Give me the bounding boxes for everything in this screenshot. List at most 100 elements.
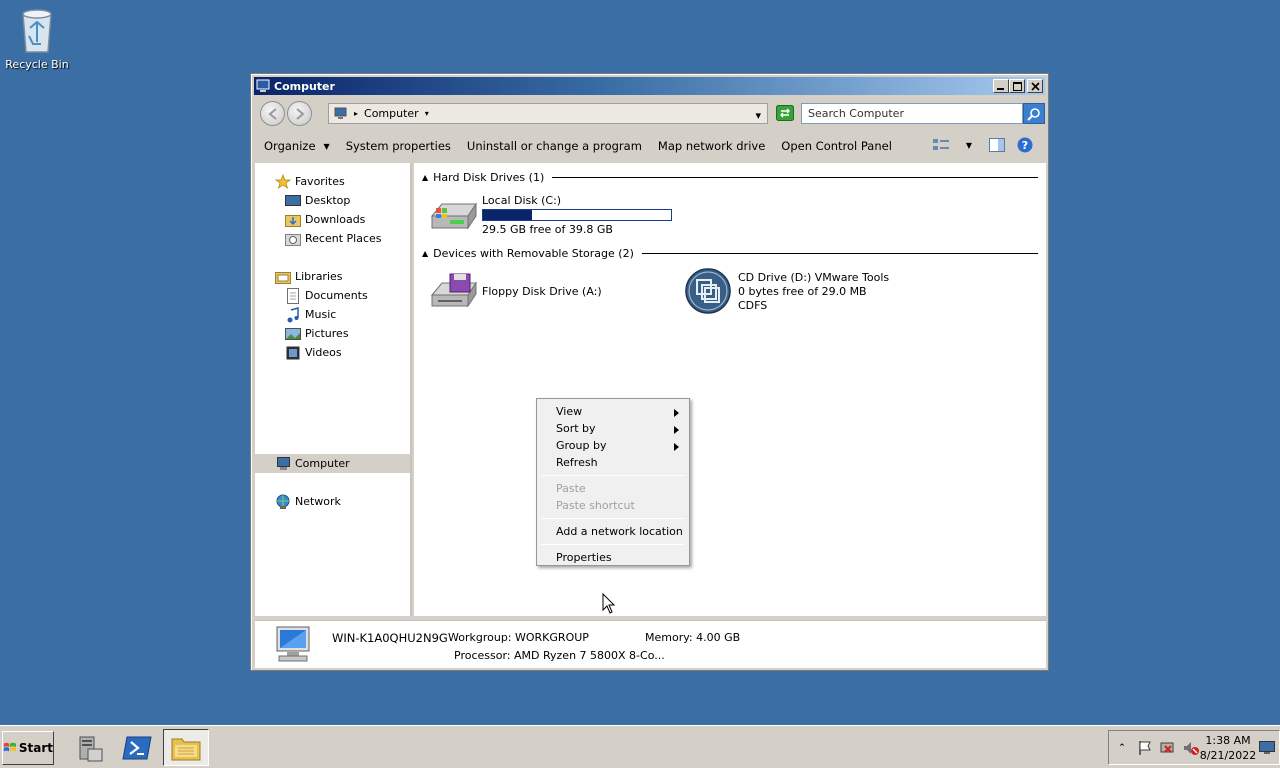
content-pane[interactable]: ▲ Hard Disk Drives (1) Local Disk (C:) 2… <box>414 163 1046 616</box>
music-icon <box>285 306 301 323</box>
notification-area: ⌃ 1:38 AM 8/21/2022 <box>1108 730 1280 765</box>
close-button[interactable] <box>1027 79 1043 93</box>
search-input[interactable]: Search Computer <box>801 103 1023 124</box>
floppy-drive-name: Floppy Disk Drive (A:) <box>482 285 602 298</box>
menu-item-sort-by-label: Sort by <box>556 422 596 435</box>
removable-storage-group[interactable]: ▲ Devices with Removable Storage (2) <box>422 245 1038 261</box>
title-bar[interactable]: Computer <box>254 77 1045 95</box>
windows-logo-icon <box>3 742 16 752</box>
computer-icon <box>275 456 291 472</box>
nav-recent-places[interactable]: Recent Places <box>255 229 410 248</box>
nav-recent-places-label: Recent Places <box>305 232 382 245</box>
floppy-drive-a[interactable]: Floppy Disk Drive (A:) <box>428 271 602 315</box>
powershell-taskbar-button[interactable] <box>114 729 160 766</box>
menu-item-add-network-location[interactable]: Add a network location <box>539 523 687 540</box>
cd-drive-filesystem: CDFS <box>738 299 768 312</box>
nav-network[interactable]: Network <box>255 492 410 511</box>
help-button[interactable]: ? <box>1015 134 1035 156</box>
minimize-button[interactable] <box>993 79 1009 93</box>
nav-videos-label: Videos <box>305 346 342 359</box>
clock-time: 1:38 AM <box>1205 734 1251 747</box>
submenu-arrow-icon <box>674 424 679 437</box>
network-status-icon[interactable] <box>1158 739 1178 757</box>
removable-storage-header: Devices with Removable Storage (2) <box>433 246 634 260</box>
chevron-down-icon: ▼ <box>965 140 973 150</box>
nav-videos[interactable]: Videos <box>255 343 410 362</box>
desktop-icon <box>285 193 301 209</box>
back-button[interactable] <box>260 101 285 126</box>
menu-separator <box>541 518 685 519</box>
computer-icon <box>256 79 270 92</box>
nav-pictures[interactable]: Pictures <box>255 324 410 343</box>
recycle-bin-icon <box>22 9 52 53</box>
nav-network-label: Network <box>295 495 341 508</box>
menu-item-group-by-label: Group by <box>556 439 607 452</box>
nav-libraries[interactable]: Libraries <box>255 267 410 286</box>
nav-computer-label: Computer <box>295 457 350 470</box>
disk-usage-bar <box>482 209 672 221</box>
nav-favorites[interactable]: Favorites <box>255 172 410 191</box>
menu-item-sort-by[interactable]: Sort by <box>539 420 687 437</box>
downloads-folder-icon <box>285 212 301 228</box>
search-button[interactable] <box>1023 103 1045 124</box>
computer-name: WIN-K1A0QHU2N9G <box>332 631 448 645</box>
hard-disk-drives-header: Hard Disk Drives (1) <box>433 170 545 184</box>
cd-drive-name: CD Drive (D:) VMware Tools <box>738 271 890 284</box>
local-disk-name: Local Disk (C:) <box>482 194 562 207</box>
show-desktop-button[interactable] <box>1257 739 1277 757</box>
nav-music[interactable]: Music <box>255 305 410 324</box>
computer-icon <box>334 107 347 119</box>
preview-pane-button[interactable] <box>987 134 1007 156</box>
map-network-drive-button[interactable]: Map network drive <box>650 134 773 158</box>
action-center-flag-icon[interactable] <box>1135 739 1155 757</box>
show-hidden-icons-button[interactable]: ⌃ <box>1112 739 1132 757</box>
nav-desktop[interactable]: Desktop <box>255 191 410 210</box>
forward-button[interactable] <box>287 101 312 126</box>
details-pane: WIN-K1A0QHU2N9G Workgroup: WORKGROUP Mem… <box>255 620 1046 668</box>
view-dropdown-button[interactable]: ▼ <box>959 134 979 156</box>
menu-item-paste-shortcut[interactable]: Paste shortcut <box>539 497 687 514</box>
videos-icon <box>285 345 301 361</box>
menu-item-view[interactable]: View <box>539 403 687 420</box>
explorer-taskbar-button[interactable] <box>163 729 209 766</box>
organize-button[interactable]: Organize ▼ <box>256 134 338 158</box>
clock[interactable]: 1:38 AM 8/21/2022 <box>1197 733 1259 763</box>
refresh-button[interactable] <box>774 103 796 123</box>
menu-item-paste[interactable]: Paste <box>539 480 687 497</box>
nav-favorites-label: Favorites <box>295 175 345 188</box>
menu-item-group-by[interactable]: Group by <box>539 437 687 454</box>
system-properties-button[interactable]: System properties <box>338 134 459 158</box>
change-view-button[interactable] <box>931 134 951 156</box>
refresh-icon <box>776 105 794 121</box>
menu-item-refresh[interactable]: Refresh <box>539 454 687 471</box>
start-button[interactable]: Start <box>2 731 54 765</box>
address-bar[interactable]: ▸ Computer ▾ ▾ <box>328 103 768 124</box>
server-manager-taskbar-button[interactable] <box>66 729 112 766</box>
breadcrumb-computer[interactable]: Computer <box>364 107 419 120</box>
uninstall-program-button[interactable]: Uninstall or change a program <box>459 134 650 158</box>
nav-downloads[interactable]: Downloads <box>255 210 410 229</box>
folder-icon <box>171 738 201 760</box>
menu-item-properties[interactable]: Properties <box>539 549 687 566</box>
window-title: Computer <box>274 79 335 93</box>
maximize-button[interactable] <box>1009 79 1025 93</box>
chevron-down-icon: ▼ <box>323 141 330 151</box>
local-disk-c[interactable]: Local Disk (C:) 29.5 GB free of 39.8 GB <box>428 194 672 238</box>
search-icon <box>1027 107 1040 121</box>
nav-libraries-label: Libraries <box>295 270 343 283</box>
recent-places-icon <box>285 231 301 247</box>
menu-separator <box>541 544 685 545</box>
organize-label: Organize <box>264 139 316 153</box>
computer-icon <box>276 626 310 662</box>
nav-desktop-label: Desktop <box>305 194 351 207</box>
open-control-panel-button[interactable]: Open Control Panel <box>773 134 900 158</box>
address-dropdown-icon[interactable]: ▾ <box>755 109 761 122</box>
nav-documents[interactable]: Documents <box>255 286 410 305</box>
menu-separator <box>541 475 685 476</box>
nav-computer[interactable]: Computer <box>255 454 410 473</box>
recycle-bin-desktop-icon[interactable]: Recycle Bin <box>4 6 70 71</box>
minimize-icon <box>997 88 1004 90</box>
cd-drive-d[interactable]: CD Drive (D:) VMware Tools 0 bytes free … <box>684 267 889 315</box>
hard-disk-drives-group[interactable]: ▲ Hard Disk Drives (1) <box>422 169 1038 185</box>
close-icon <box>1030 81 1040 91</box>
